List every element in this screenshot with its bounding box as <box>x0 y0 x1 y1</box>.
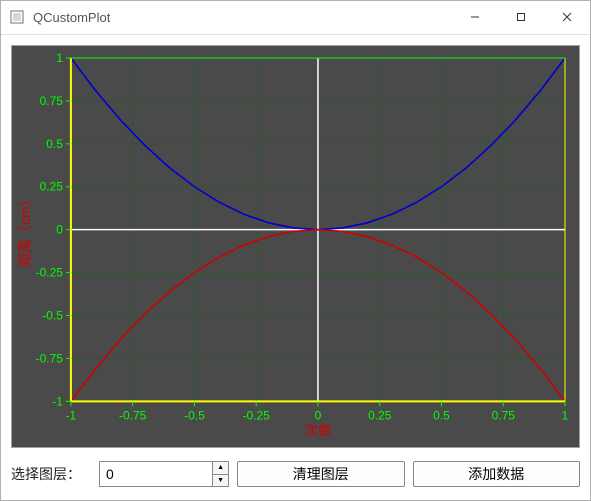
app-icon <box>9 9 25 25</box>
titlebar-buttons <box>452 1 590 34</box>
svg-text:-0.25: -0.25 <box>36 265 64 279</box>
close-button[interactable] <box>544 1 590 34</box>
spin-up-button[interactable]: ▲ <box>213 462 228 474</box>
svg-text:-1: -1 <box>52 394 63 408</box>
layer-spin-input[interactable] <box>100 462 212 486</box>
svg-text:-0.25: -0.25 <box>243 408 271 422</box>
titlebar: QCustomPlot <box>1 1 590 35</box>
add-data-button[interactable]: 添加数据 <box>413 461 581 487</box>
minimize-button[interactable] <box>452 1 498 34</box>
spin-buttons: ▲ ▼ <box>212 462 228 486</box>
client-area: -1 -0.75 -0.5 -0.25 0 0.25 0.5 0.75 1 -1 -0.75 -0.5… <box>1 35 590 500</box>
svg-text:-1: -1 <box>66 408 77 422</box>
svg-text:0.25: 0.25 <box>40 179 64 193</box>
svg-text:0.75: 0.75 <box>40 94 64 108</box>
clear-layer-button[interactable]: 清理图层 <box>237 461 405 487</box>
maximize-button[interactable] <box>498 1 544 34</box>
svg-text:1: 1 <box>56 51 63 65</box>
window-title: QCustomPlot <box>33 10 452 25</box>
svg-text:-0.5: -0.5 <box>184 408 205 422</box>
svg-text:次数: 次数 <box>304 422 332 438</box>
select-layer-label: 选择图层： <box>11 464 91 484</box>
svg-text:0.25: 0.25 <box>368 408 392 422</box>
bottom-toolbar: 选择图层： ▲ ▼ 清理图层 添加数据 <box>11 448 580 490</box>
svg-text:1: 1 <box>562 408 569 422</box>
svg-text:0.5: 0.5 <box>46 137 63 151</box>
svg-text:-0.5: -0.5 <box>42 308 63 322</box>
spin-down-button[interactable]: ▼ <box>213 474 228 487</box>
svg-text:0.5: 0.5 <box>433 408 450 422</box>
app-window: QCustomPlot -1 -0.75 -0.5 -0.25 0 0.25 0.5 0.75… <box>0 0 591 501</box>
svg-text:-0.75: -0.75 <box>36 351 64 365</box>
svg-text:0: 0 <box>315 408 322 422</box>
svg-text:0: 0 <box>56 222 63 236</box>
layer-spinbox[interactable]: ▲ ▼ <box>99 461 229 487</box>
svg-text:-0.75: -0.75 <box>119 408 147 422</box>
svg-text:距离（cm）: 距离（cm） <box>17 192 33 266</box>
svg-text:0.75: 0.75 <box>492 408 516 422</box>
plot-area[interactable]: -1 -0.75 -0.5 -0.25 0 0.25 0.5 0.75 1 -1 -0.75 -0.5… <box>11 45 580 448</box>
plot-canvas: -1 -0.75 -0.5 -0.25 0 0.25 0.5 0.75 1 -1 -0.75 -0.5… <box>16 50 575 443</box>
